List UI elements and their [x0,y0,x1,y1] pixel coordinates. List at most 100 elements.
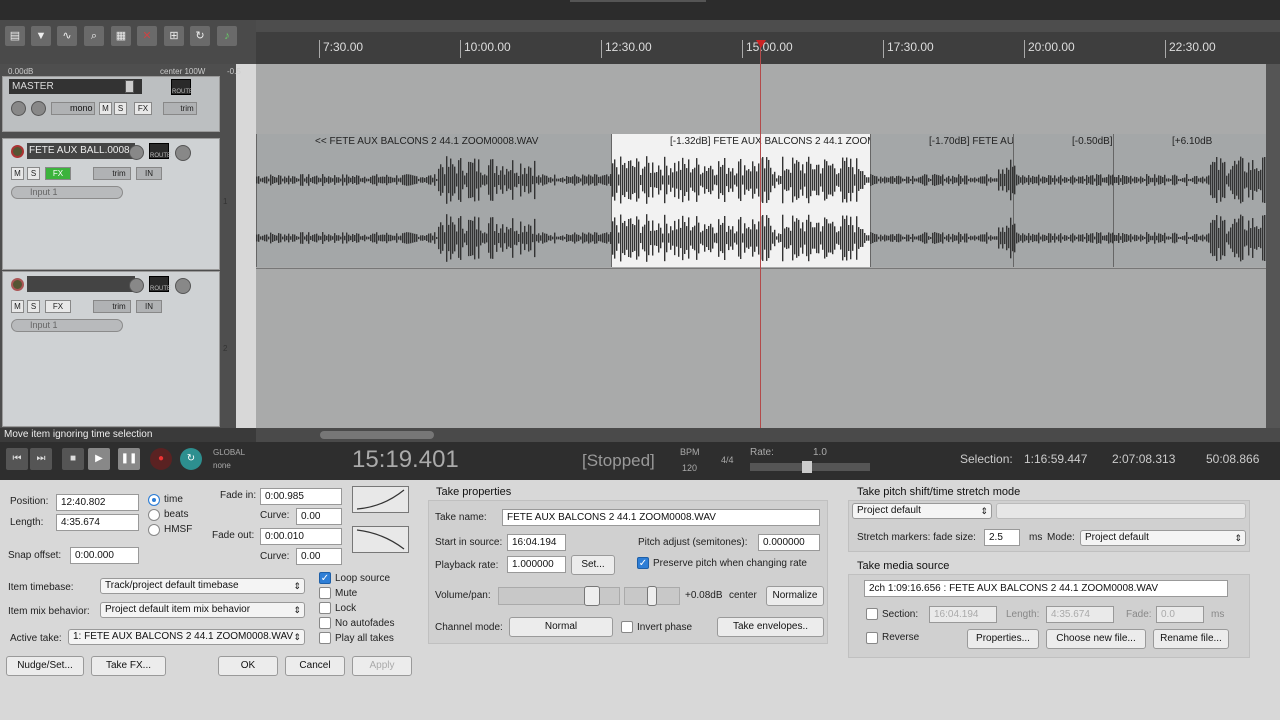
vertical-scrollbar[interactable] [1266,64,1280,428]
take-name-field[interactable]: FETE AUX BALCONS 2 44.1 ZOOM0008.WAV [502,509,820,526]
track-1-mute-button[interactable]: M [11,167,24,180]
pitch-shift-submode-select[interactable] [996,503,1246,519]
track-1-volume-knob[interactable] [129,145,144,160]
master-volume-knob[interactable] [11,101,26,116]
snap-icon[interactable]: ⊞ [164,26,184,46]
preserve-pitch-checkbox[interactable]: ✓ [637,557,649,569]
mute-checkbox[interactable] [319,587,331,599]
pan-slider[interactable] [624,586,680,606]
loop-source-checkbox[interactable]: ✓ [319,572,331,584]
track-1-input-monitor[interactable]: IN [136,167,162,180]
bpm-value[interactable]: 120 [682,463,697,473]
new-project-icon[interactable]: ▤ [5,26,25,46]
horizontal-scrollbar[interactable] [256,428,1280,442]
pitch-adjust-field[interactable]: 0.000000 [758,534,820,551]
cycle-icon[interactable]: ↻ [190,26,210,46]
master-mute-button[interactable]: M [99,102,112,115]
go-to-end-icon[interactable]: ⏭ [30,448,52,470]
section-checkbox[interactable] [866,608,878,620]
position-field[interactable]: 12:40.802 [56,494,139,511]
filter-icon[interactable]: ▼ [31,26,51,46]
rename-file-button[interactable]: Rename file... [1153,629,1229,649]
mono-button[interactable]: mono [51,102,95,115]
envelope-icon[interactable]: ∿ [57,26,77,46]
global-automation-mode[interactable]: none [213,461,231,470]
master-volume-fader[interactable] [125,80,134,93]
length-field[interactable]: 4:35.674 [56,514,139,531]
item-timebase-select[interactable]: Track/project default timebase [100,578,305,594]
zoom-icon[interactable]: ⌕ [84,26,104,46]
master-track[interactable]: MASTER ROUTE mono M S FX trim [2,76,220,132]
arrange-view[interactable]: << FETE AUX BALCONS 2 44.1 ZOOM0008.WAV … [256,64,1266,428]
playback-rate-field[interactable]: 1.000000 [507,556,566,573]
track-1-name[interactable]: FETE AUX BALL.0008 [27,143,135,159]
timebase-time-radio[interactable] [148,494,160,506]
track-1[interactable]: FETE AUX BALL.0008 ROUTE M S FX trim IN … [2,138,227,270]
channel-mode-button[interactable]: Normal [509,617,613,637]
grid-icon[interactable]: ▦ [111,26,131,46]
timebase-hmsf-radio[interactable] [148,524,160,536]
cancel-button[interactable]: Cancel [285,656,345,676]
track-1-input-select[interactable]: Input 1 [11,186,123,199]
play-all-takes-checkbox[interactable] [319,632,331,644]
master-solo-button[interactable]: S [114,102,127,115]
track-2-input-monitor[interactable]: IN [136,300,162,313]
track-1-trim-button[interactable]: trim [93,167,131,180]
volume-slider[interactable] [498,586,620,606]
track-2-input-select[interactable]: Input 1 [11,319,123,332]
selection-end[interactable]: 2:07:08.313 [1112,452,1175,466]
stretch-mode-select[interactable]: Project default [1080,530,1246,546]
active-take-select[interactable]: 1: FETE AUX BALCONS 2 44.1 ZOOM0008.WAV [68,629,305,645]
track-2-mute-button[interactable]: M [11,300,24,313]
normalize-button[interactable]: Normalize [766,586,824,606]
fade-out-curve-field[interactable]: 0.00 [296,548,342,565]
take-envelopes-button[interactable]: Take envelopes.. [717,617,824,637]
fade-in-curve-field[interactable]: 0.00 [296,508,342,525]
track-1-fx-button[interactable]: FX [45,167,71,180]
master-fx-button[interactable]: FX [134,102,152,115]
apply-button[interactable]: Apply [352,656,412,676]
pitch-shift-mode-select[interactable]: Project default [852,503,992,519]
repeat-icon[interactable]: ↻ [180,448,202,470]
metronome-icon[interactable]: ♪ [217,26,237,46]
snap-offset-field[interactable]: 0:00.000 [70,547,139,564]
timeline-ruler[interactable]: 7:30.00 10:00.00 12:30.00 15:00.00 17:30… [256,20,1280,64]
fade-out-shape-button[interactable] [352,526,409,553]
fade-in-shape-button[interactable] [352,486,409,513]
master-route-button[interactable]: ROUTE [171,79,193,95]
master-trim-button[interactable]: trim [163,102,197,115]
global-automation-label[interactable]: GLOBAL [213,448,245,457]
pan-slider-thumb[interactable] [647,586,657,606]
rate-slider[interactable] [750,461,870,473]
start-in-source-field[interactable]: 16:04.194 [507,534,566,551]
selection-start[interactable]: 1:16:59.447 [1024,452,1087,466]
close-x-icon[interactable]: ✕ [137,26,157,46]
time-display[interactable]: 15:19.401 [352,446,459,474]
nudge-set-button[interactable]: Nudge/Set... [6,656,84,676]
track-2-trim-button[interactable]: trim [93,300,131,313]
pause-icon[interactable]: ❚❚ [118,448,140,470]
track-1-pan-knob[interactable] [175,145,191,161]
section-length-field[interactable]: 4:35.674 [1046,606,1114,623]
item-mix-select[interactable]: Project default item mix behavior [100,602,305,618]
track-2-solo-button[interactable]: S [27,300,40,313]
play-icon[interactable]: ▶ [88,448,110,470]
track-1-solo-button[interactable]: S [27,167,40,180]
stretch-fade-field[interactable]: 2.5 [984,529,1020,546]
time-signature[interactable]: 4/4 [721,455,734,465]
take-fx-button[interactable]: Take FX... [91,656,166,676]
volume-slider-thumb[interactable] [584,586,601,606]
timebase-beats-radio[interactable] [148,509,160,521]
track-2-fx-button[interactable]: FX [45,300,71,313]
stop-icon[interactable]: ■ [62,448,84,470]
reverse-checkbox[interactable] [866,632,878,644]
lock-checkbox[interactable] [319,602,331,614]
set-rate-button[interactable]: Set... [571,555,615,575]
no-autofades-checkbox[interactable] [319,617,331,629]
track-2-pan-knob[interactable] [175,278,191,294]
invert-phase-checkbox[interactable] [621,621,633,633]
go-to-start-icon[interactable]: ⏮ [6,448,28,470]
track-2-record-arm[interactable] [11,278,24,291]
source-properties-button[interactable]: Properties... [967,629,1039,649]
track-1-record-arm[interactable] [11,145,24,158]
